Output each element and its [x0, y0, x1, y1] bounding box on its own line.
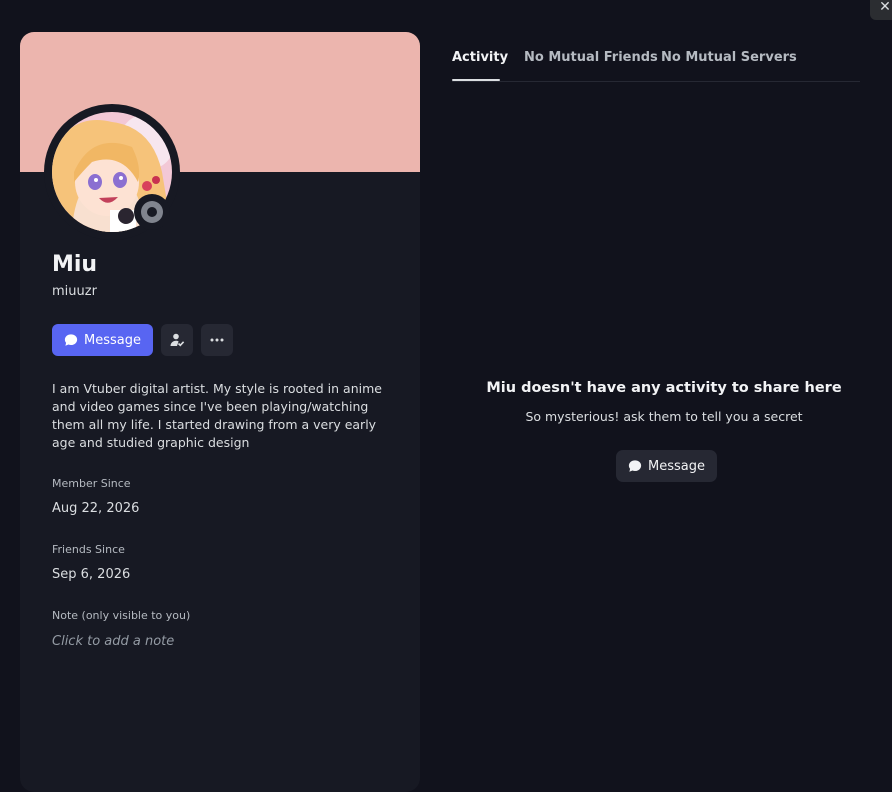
avatar-container[interactable] — [44, 104, 180, 240]
empty-state-button-label: Message — [648, 458, 705, 474]
empty-state-title: Miu doesn't have any activity to share h… — [486, 380, 842, 396]
friend-check-icon — [170, 333, 185, 347]
active-tab-indicator — [452, 79, 500, 81]
member-since-label: Member Since — [52, 477, 131, 490]
profile-panel: Miu miuuzr Message I am Vtuber digital a… — [20, 32, 420, 792]
profile-tabs: Activity No Mutual Friends No Mutual Ser… — [452, 50, 860, 82]
profile-actions: Message — [52, 324, 233, 356]
friends-since-label: Friends Since — [52, 543, 125, 556]
close-icon: ✕ — [879, 0, 891, 15]
close-button[interactable]: ✕ — [870, 0, 892, 20]
member-since-value: Aug 22, 2026 — [52, 501, 140, 516]
profile-bio: I am Vtuber digital artist. My style is … — [52, 381, 382, 450]
empty-state-subtitle: So mysterious! ask them to tell you a se… — [525, 409, 803, 424]
status-indicator — [134, 194, 170, 230]
chat-bubble-icon — [64, 334, 78, 346]
message-button-label: Message — [84, 332, 141, 348]
empty-state-message-button[interactable]: Message — [616, 450, 717, 482]
note-label: Note (only visible to you) — [52, 609, 191, 622]
chat-bubble-icon — [628, 460, 642, 472]
offline-status-icon — [141, 201, 163, 223]
display-name: Miu — [52, 252, 98, 277]
tab-activity[interactable]: Activity — [452, 50, 509, 81]
tab-mutual-friends[interactable]: No Mutual Friends — [524, 50, 658, 65]
tab-activity-label: Activity — [452, 50, 509, 65]
friends-since-value: Sep 6, 2026 — [52, 567, 131, 582]
more-dots-icon — [210, 338, 224, 342]
username: miuuzr — [52, 284, 97, 299]
message-button[interactable]: Message — [52, 324, 153, 356]
more-options-button[interactable] — [200, 324, 233, 356]
friend-status-button[interactable] — [160, 324, 193, 356]
note-input[interactable]: Click to add a note — [52, 634, 174, 649]
tab-mutual-servers[interactable]: No Mutual Servers — [661, 50, 797, 65]
